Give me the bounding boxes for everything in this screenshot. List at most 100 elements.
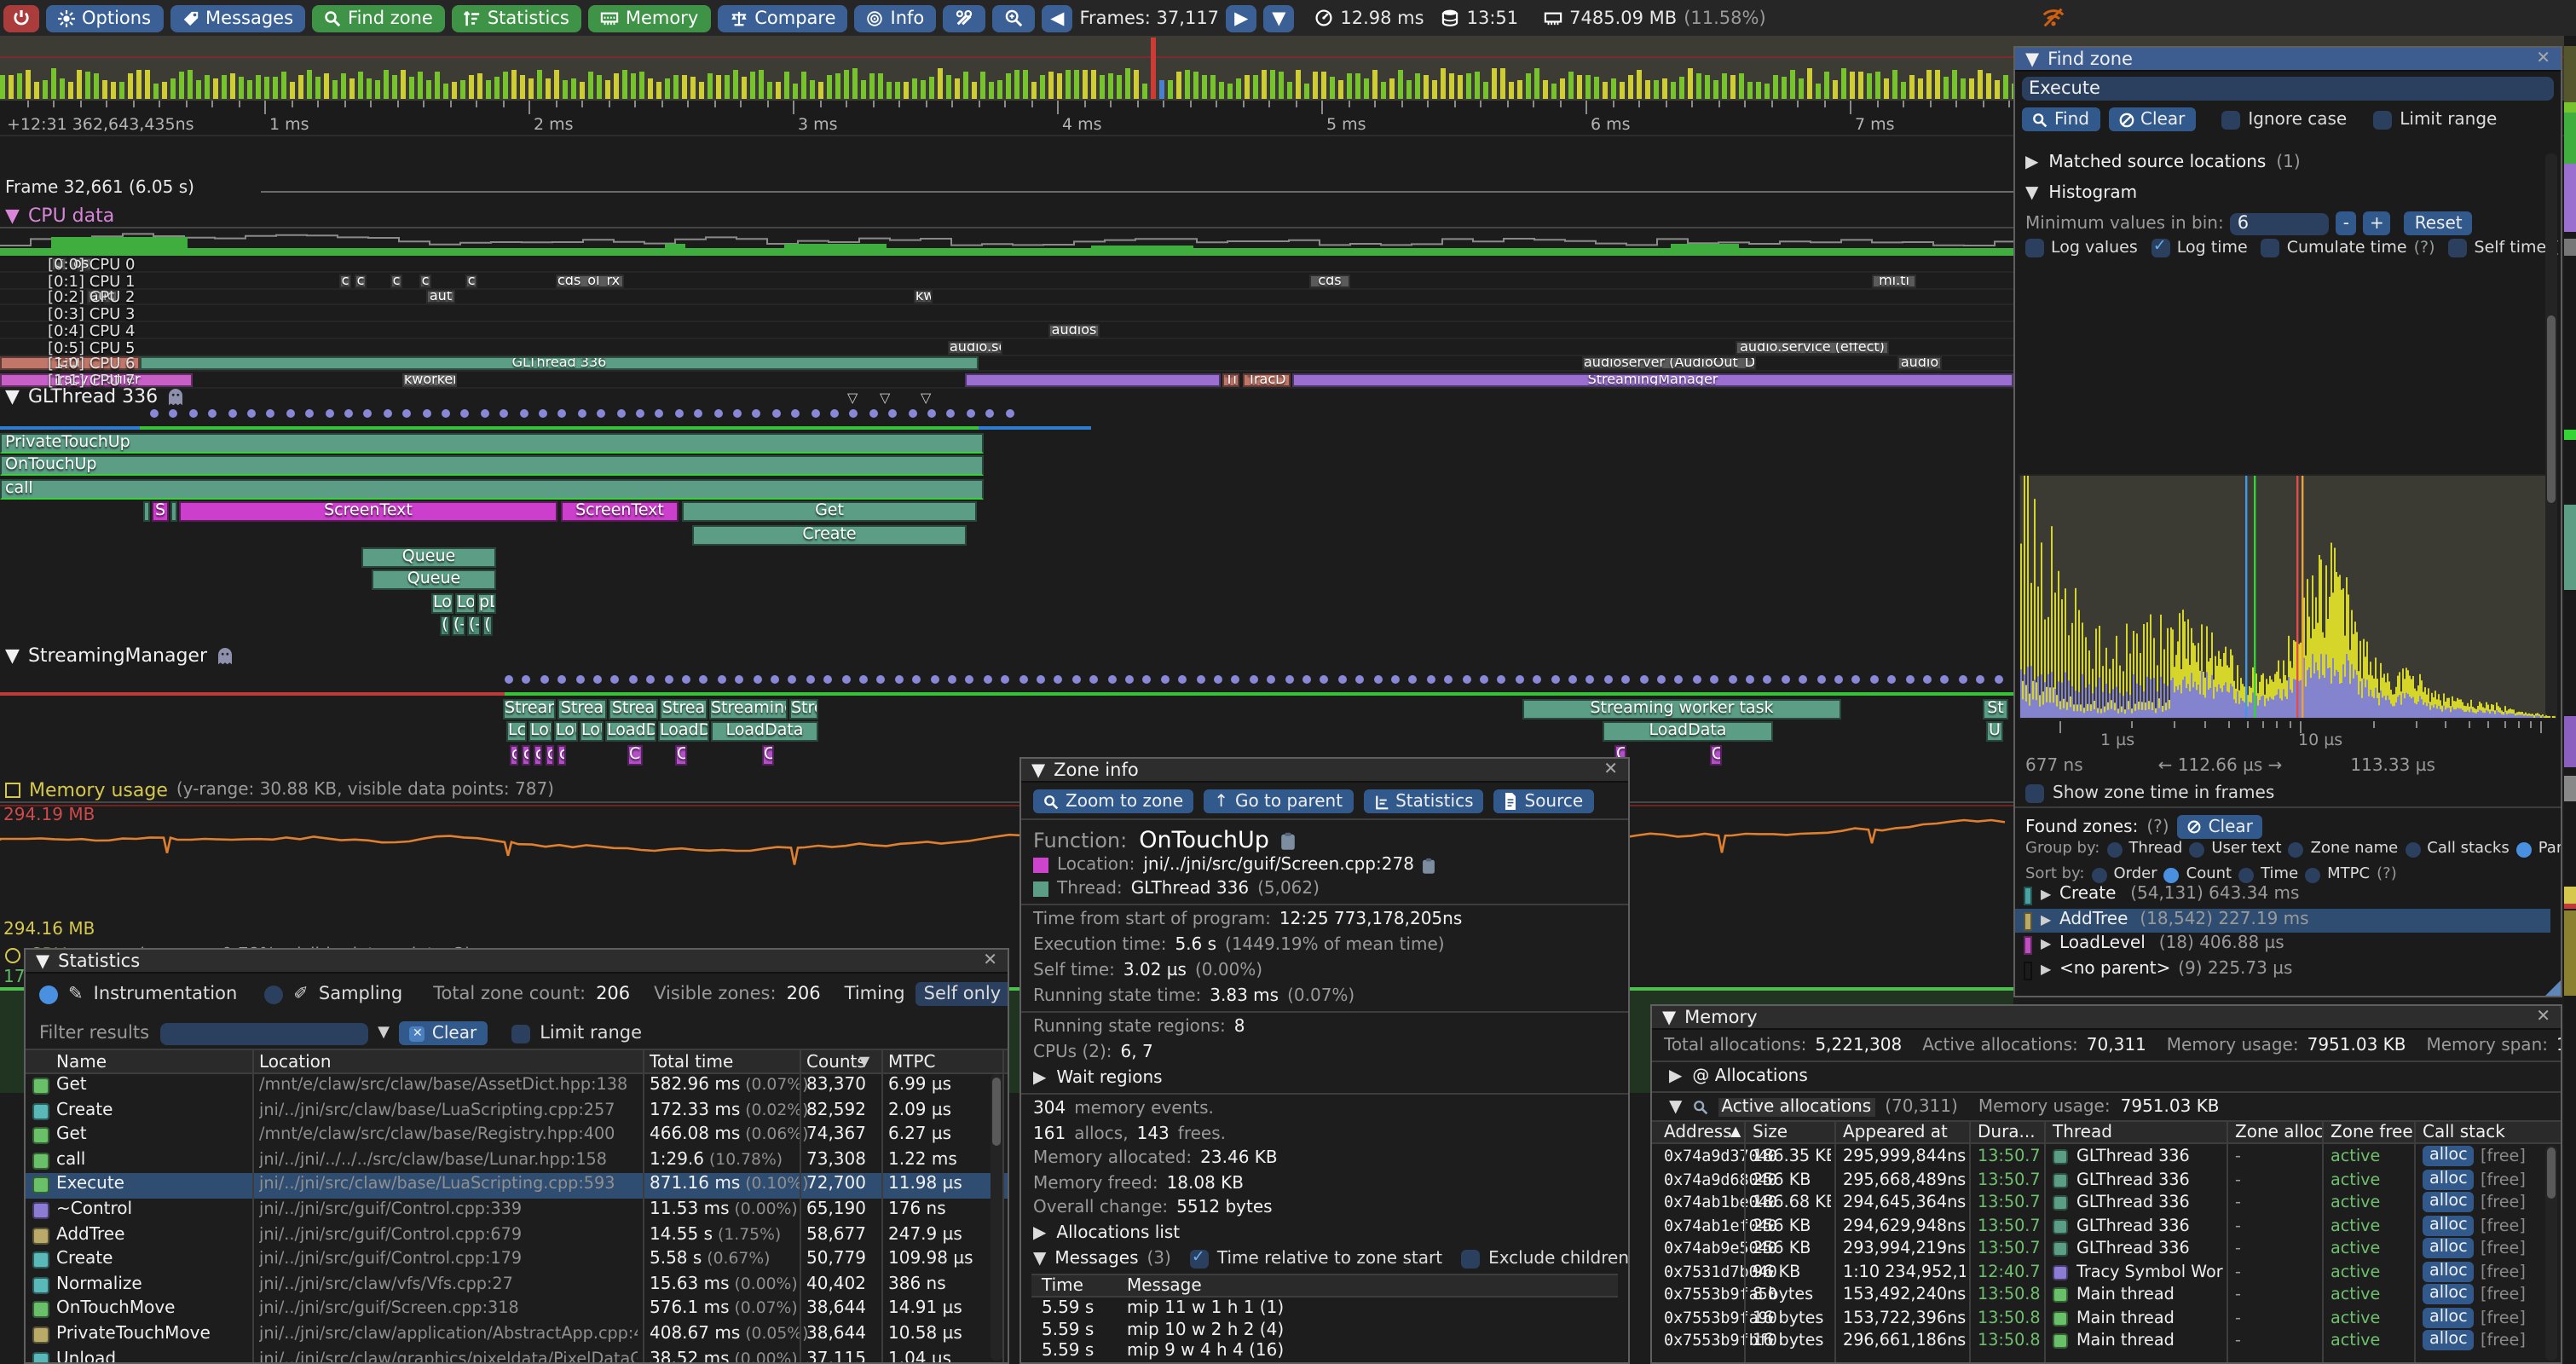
frame-bar[interactable] — [68, 83, 73, 99]
cpu-zone-chip[interactable]: StreamingManager — [1292, 373, 2013, 387]
frame-bar[interactable] — [895, 82, 900, 99]
frame-bar[interactable] — [1645, 81, 1650, 99]
clipboard-icon[interactable] — [1423, 857, 1436, 874]
frame-bar[interactable] — [1330, 78, 1335, 99]
expand-icon[interactable]: ▶ — [1033, 1069, 1046, 1088]
sample-dot[interactable] — [948, 675, 956, 684]
sample-dot[interactable] — [823, 675, 832, 684]
frame-bar[interactable] — [972, 82, 977, 99]
sample-dot[interactable] — [806, 675, 815, 684]
frame-bar[interactable] — [384, 71, 389, 99]
sample-dot[interactable] — [208, 409, 217, 418]
frame-bar[interactable] — [401, 70, 406, 99]
expand-icon[interactable]: ▶ — [2041, 911, 2051, 927]
cpu-zone-chip[interactable]: aut — [426, 291, 455, 304]
found-zone-group[interactable]: ▶Create(54,131) 643.34 ms — [2015, 883, 2550, 908]
frame-bar[interactable] — [367, 78, 372, 99]
sample-dot[interactable] — [664, 675, 673, 684]
zone-chip[interactable]: Streaming worker task — [1522, 699, 1841, 720]
frame-bar[interactable] — [980, 72, 985, 99]
frame-bar[interactable] — [622, 70, 627, 99]
log-values-checkbox[interactable] — [2025, 239, 2044, 257]
frame-bar[interactable] — [1142, 83, 1147, 99]
allocation-row[interactable]: 0x74ab1be040186.68 KB294,645,364ns13:50.… — [1652, 1192, 2561, 1215]
find-zone-button[interactable]: Find zone — [312, 4, 445, 32]
sample-dot[interactable] — [1072, 675, 1081, 684]
frame-bar[interactable] — [1432, 80, 1437, 99]
frame-bar[interactable] — [1262, 70, 1267, 99]
found-clear-button[interactable]: Clear — [2178, 815, 2263, 839]
zone-chip[interactable]: LoiU — [455, 593, 476, 614]
frame-bar[interactable] — [85, 72, 90, 99]
zone-chip[interactable]: LoadDaU — [658, 722, 709, 743]
frame-bar[interactable] — [1449, 73, 1454, 99]
frame-bar[interactable] — [1850, 72, 1855, 99]
sample-dot[interactable] — [267, 409, 275, 418]
frame-bar[interactable] — [290, 82, 295, 99]
sample-dot[interactable] — [1480, 675, 1488, 684]
frame-bar[interactable] — [750, 72, 755, 99]
sample-dot[interactable] — [675, 409, 684, 418]
frame-bar[interactable] — [665, 78, 670, 99]
frame-bar[interactable] — [213, 79, 218, 99]
sample-dot[interactable] — [1409, 675, 1418, 684]
zone-chip[interactable]: Streaming — [709, 699, 788, 720]
frame-bar[interactable] — [648, 78, 653, 99]
collapse-icon[interactable]: ▼ — [5, 644, 20, 667]
collapse-icon[interactable]: ▼ — [36, 951, 49, 971]
sample-dot[interactable] — [841, 675, 850, 684]
zone-chip[interactable]: Strea — [609, 699, 658, 720]
allocation-row[interactable]: 0x74ab9e5040256 KB293,994,219ns13:50.7GL… — [1652, 1238, 2561, 1261]
statistics-row[interactable]: Createjni/../jni/src/guif/Control.cpp:17… — [26, 1248, 1008, 1273]
sample-dot[interactable] — [713, 409, 722, 418]
statistics-row[interactable]: AddTreejni/../jni/src/guif/Control.cpp:6… — [26, 1223, 1008, 1248]
frame-bar[interactable] — [997, 80, 1002, 99]
frame-bar[interactable] — [1108, 72, 1113, 99]
cpu-zone-chip[interactable]: Ti — [1222, 373, 1239, 387]
frame-bar[interactable] — [1773, 75, 1778, 99]
sample-dot[interactable] — [1516, 675, 1524, 684]
sample-dot[interactable] — [481, 409, 489, 418]
sample-dot[interactable] — [150, 409, 159, 418]
sample-dot[interactable] — [753, 675, 761, 684]
zone-chip[interactable]: LoU — [554, 722, 578, 743]
statistics-scrollbar[interactable] — [991, 1074, 1002, 1361]
cpu-core-row[interactable]: [0:3] CPU 3 — [0, 307, 2013, 322]
expand-icon[interactable]: ▶ — [2041, 887, 2051, 902]
frame-bar[interactable] — [1151, 38, 1156, 99]
frame-bar[interactable] — [1747, 82, 1753, 99]
close-icon[interactable]: ✕ — [2536, 1008, 2550, 1026]
show-zone-time-checkbox[interactable] — [2025, 784, 2044, 803]
frame-bar[interactable] — [1083, 70, 1088, 99]
frame-bar[interactable] — [614, 73, 619, 99]
sample-dot[interactable] — [558, 409, 567, 418]
frame-bar[interactable] — [196, 80, 201, 99]
ignore-case-checkbox[interactable] — [2221, 110, 2239, 129]
frame-bar[interactable] — [1100, 75, 1105, 99]
sample-dot[interactable] — [384, 409, 392, 418]
frame-bar[interactable] — [1807, 68, 1812, 99]
streaming-header[interactable]: ▼StreamingManager — [5, 644, 233, 667]
sample-dot[interactable] — [1427, 675, 1435, 684]
frame-bar[interactable] — [460, 79, 465, 99]
zoom-search-button[interactable] — [992, 4, 1035, 32]
statistics-row[interactable]: Get/mnt/e/claw/src/claw/base/Registry.hp… — [26, 1124, 1008, 1148]
sample-dot[interactable] — [578, 409, 586, 418]
zone-chip[interactable]: c — [534, 745, 542, 766]
frame-bar[interactable] — [1833, 80, 1838, 99]
found-zone-group[interactable]: ▶AddTree(18,542) 227.19 ms — [2015, 908, 2550, 933]
cpu-zone-chip[interactable]: mi.ti — [1872, 274, 1916, 287]
sample-dot[interactable] — [646, 675, 655, 684]
frame-bar[interactable] — [1926, 70, 1932, 99]
frame-bar[interactable] — [1253, 75, 1258, 99]
frame-bar[interactable] — [256, 74, 261, 99]
frame-bar[interactable] — [1176, 72, 1181, 99]
sample-dot[interactable] — [170, 409, 178, 418]
cpu-zone-chip[interactable]: cds — [1309, 274, 1350, 287]
sample-dot[interactable] — [422, 409, 430, 418]
frame-bar[interactable] — [435, 72, 440, 99]
compare-button[interactable]: Compare — [717, 4, 847, 32]
frame-bar[interactable] — [60, 78, 65, 99]
frame-bar[interactable] — [1765, 84, 1770, 99]
found-zone-group[interactable]: ▶LoadLevel(18) 406.88 µs — [2015, 933, 2550, 958]
